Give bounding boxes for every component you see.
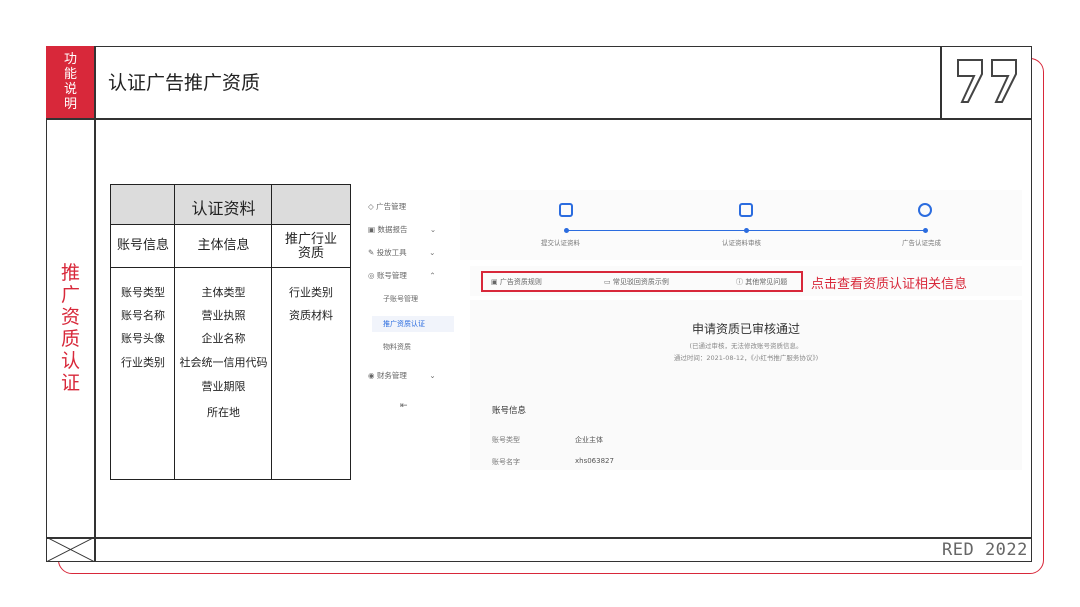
nav-item[interactable]: ✎ 投放工具 ⌄ xyxy=(368,247,435,258)
list-item: 行业类别 xyxy=(289,286,333,299)
page-title: 认证广告推广资质 xyxy=(108,72,261,94)
list-item: 所在地 xyxy=(207,406,240,419)
step-label: 提交认证资料 xyxy=(541,239,580,247)
column-header: 账号信息 xyxy=(116,238,169,253)
brand-label: RED 2022 xyxy=(942,540,1028,560)
column-header: 推广行业资质 xyxy=(284,232,337,261)
review-icon xyxy=(739,203,753,217)
tab-faq[interactable]: ⓘ 其他常见问题 xyxy=(736,277,787,287)
step-dot xyxy=(564,228,569,233)
account-value: 企业主体 xyxy=(575,436,603,444)
list-item: 资质材料 xyxy=(289,309,333,322)
smile-icon xyxy=(918,203,932,217)
collapse-icon[interactable]: ⇤ xyxy=(400,401,408,411)
nav-subitem[interactable]: 物料资质 xyxy=(383,342,411,352)
account-key: 账号名字 xyxy=(492,458,520,466)
nav-item[interactable]: ◎ 账号管理 ⌃ xyxy=(368,270,436,281)
list-item: 营业执照 xyxy=(201,309,246,322)
status-title: 申请资质已审核通过 xyxy=(691,322,800,336)
account-value: xhs063827 xyxy=(575,457,614,465)
column-header: 主体信息 xyxy=(197,238,250,253)
certification-table: 认证资料 账号信息 主体信息 推广行业资质 账号类型 账号名称 账号头像 行业类… xyxy=(110,184,351,480)
annotation-note: 点击查看资质认证相关信息 xyxy=(811,277,968,292)
step-label: 认证资料审核 xyxy=(722,239,761,247)
tab-rules[interactable]: ▣ 广告资质规则 xyxy=(491,277,542,287)
account-info-title: 账号信息 xyxy=(492,406,527,416)
list-item: 账号名称 xyxy=(121,309,165,322)
step-dot xyxy=(744,228,749,233)
table-header-title: 认证资料 xyxy=(191,199,256,218)
side-section-label: 推广资质认证 xyxy=(60,262,80,394)
footer-divider xyxy=(46,537,1032,539)
list-item: 主体类型 xyxy=(201,286,246,299)
quote-divider xyxy=(940,46,942,118)
header-divider xyxy=(46,118,1032,120)
nav-item[interactable]: ◉ 财务管理 ⌄ xyxy=(368,370,436,381)
corner-cross-icon xyxy=(46,537,95,562)
step-dot xyxy=(923,228,928,233)
tab-rejected-examples[interactable]: ▭ 常见驳回资质示例 xyxy=(604,277,669,287)
status-subtext: (已通过审核，无法修改账号资质信息。 xyxy=(689,342,803,350)
list-item: 企业名称 xyxy=(201,332,246,345)
list-item: 账号头像 xyxy=(121,332,165,345)
nav-item[interactable]: ▣ 数据报告 ⌄ xyxy=(368,224,436,235)
nav-item[interactable]: ◇ 广告管理 xyxy=(368,201,406,212)
progress-steps xyxy=(460,190,1022,260)
list-item: 账号类型 xyxy=(121,286,165,299)
section-label: 功能说明 xyxy=(46,46,95,118)
nav-subitem[interactable]: 子账号管理 xyxy=(383,294,418,304)
list-item: 行业类别 xyxy=(121,356,165,369)
quote-icon xyxy=(957,59,1017,103)
list-item: 社会统一信用代码 xyxy=(179,356,268,369)
account-key: 账号类型 xyxy=(492,436,520,444)
list-item: 营业期限 xyxy=(201,380,246,393)
document-icon xyxy=(559,203,573,217)
step-label: 广告认证完成 xyxy=(902,239,941,247)
status-subtext[interactable]: 通过时间：2021-08-12，《小红书推广服务协议》) xyxy=(470,352,1022,362)
nav-subitem-active[interactable]: 推广资质认证 xyxy=(372,316,454,332)
